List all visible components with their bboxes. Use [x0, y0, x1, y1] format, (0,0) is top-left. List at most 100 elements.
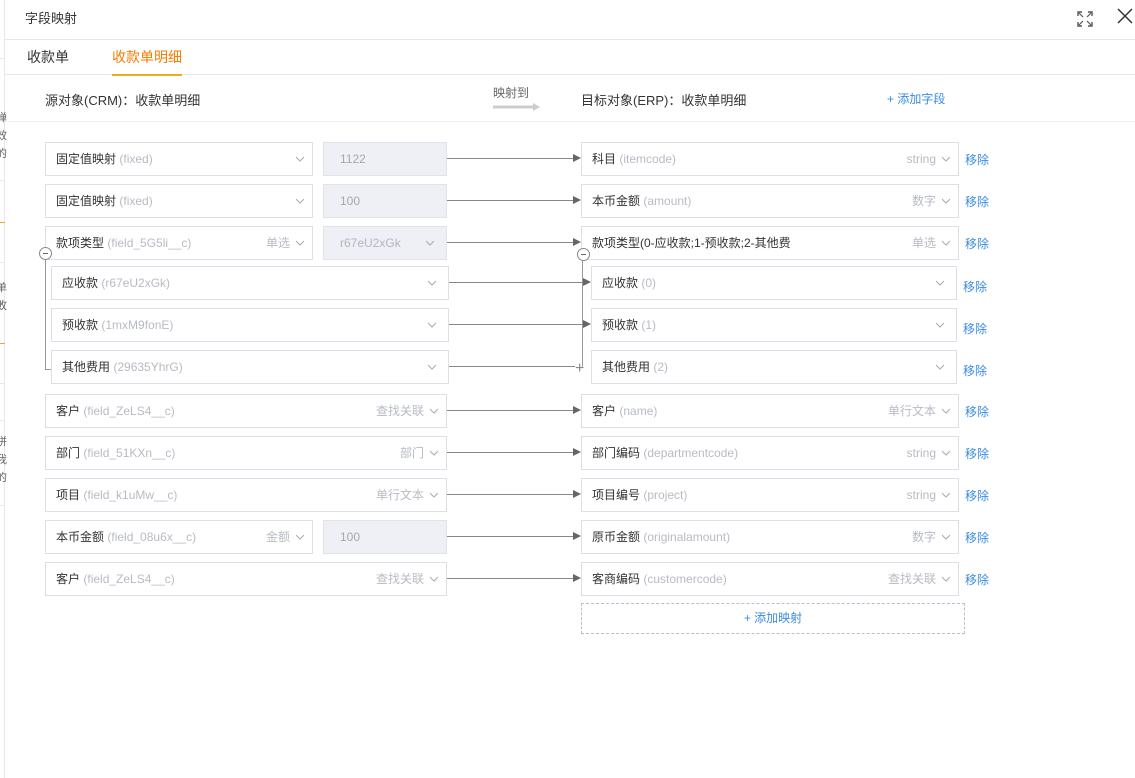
fixed-value-input[interactable]: 1122 — [323, 142, 447, 176]
strip-text: 的 — [0, 148, 7, 160]
source-field-type: 单行文本 — [375, 488, 424, 502]
target-field-type: 单选 — [911, 236, 936, 250]
target-field-select[interactable]: 款项类型(0-应收款;1-预收款;2-其他费 单选 — [581, 226, 959, 260]
map-arrow-icon — [493, 101, 541, 115]
chevron-down-icon — [942, 156, 950, 162]
strip-divider — [0, 383, 5, 384]
fullscreen-icon[interactable] — [1075, 9, 1095, 29]
target-field-api: (itemcode) — [619, 152, 677, 166]
chevron-down-icon — [942, 534, 950, 540]
tab-receipt[interactable]: 收款单 — [27, 47, 69, 74]
target-field-api: (project) — [643, 488, 688, 502]
target-field-select[interactable]: 本币金额 (amount) 数字 — [581, 184, 959, 218]
chevron-down-icon — [430, 450, 438, 456]
strip-divider — [0, 262, 5, 263]
chevron-down-icon — [942, 576, 950, 582]
source-field-select[interactable]: 本币金额 (field_08u6x__c) 金额 — [45, 520, 313, 554]
target-field-select[interactable]: 客户 (name) 单行文本 — [581, 394, 959, 428]
target-field-api: (name) — [619, 404, 658, 418]
source-field-select[interactable]: 固定值映射 (fixed) — [45, 184, 313, 218]
remove-button[interactable]: 移除 — [965, 235, 989, 252]
remove-button[interactable]: 移除 — [965, 487, 989, 504]
plus-icon: + — [575, 360, 585, 377]
mapping-connector — [447, 242, 574, 243]
mapping-header: 源对象(CRM)：收款单明细 映射到 目标对象(ERP)：收款单明细 + 添加字… — [5, 76, 1135, 122]
chevron-down-icon — [296, 198, 304, 204]
mapping-connector — [447, 410, 574, 411]
option-target-label: 预收款 — [602, 318, 639, 332]
target-field-select[interactable]: 部门编码 (departmentcode) string — [581, 436, 959, 470]
chevron-down-icon — [428, 364, 436, 370]
remove-button[interactable]: 移除 — [963, 278, 987, 295]
target-field-label: 原币金额 — [592, 530, 641, 544]
source-field-select[interactable]: 客户 (field_ZeLS4__c) 查找关联 — [45, 394, 447, 428]
tree-line — [45, 260, 46, 370]
option-source-select[interactable]: 预收款 (1mxM9fonE) — [51, 308, 449, 342]
remove-button[interactable]: 移除 — [963, 362, 987, 379]
collapse-icon[interactable] — [577, 248, 590, 261]
arrow-icon — [583, 320, 591, 328]
remove-button[interactable]: 移除 — [965, 571, 989, 588]
source-field-type: 金额 — [265, 530, 290, 544]
target-field-api: (departmentcode) — [643, 446, 739, 460]
mapping-connector — [447, 200, 574, 201]
target-field-select[interactable]: 客商编码 (customercode) 查找关联 — [581, 562, 959, 596]
target-field-label: 科目 — [592, 152, 617, 166]
source-field-type: 查找关联 — [375, 572, 424, 586]
chevron-down-icon — [296, 534, 304, 540]
chevron-down-icon — [942, 492, 950, 498]
mapping-connector — [447, 158, 574, 159]
option-target-select[interactable]: 预收款 (1) — [591, 308, 957, 342]
target-field-label: 客户 — [592, 404, 617, 418]
option-target-api: (2) — [653, 360, 669, 374]
option-value-select[interactable]: r67eU2xGk — [323, 226, 447, 260]
remove-button[interactable]: 移除 — [965, 151, 989, 168]
close-icon[interactable] — [1115, 6, 1135, 26]
target-field-type: 数字 — [911, 530, 936, 544]
target-field-select[interactable]: 科目 (itemcode) string — [581, 142, 959, 176]
remove-button[interactable]: 移除 — [963, 320, 987, 337]
source-field-api: (fixed) — [119, 194, 153, 208]
remove-button[interactable]: 移除 — [965, 403, 989, 420]
strip-text: 敗 — [0, 300, 7, 312]
strip-divider — [0, 505, 5, 506]
mapping-connector — [449, 324, 584, 325]
target-field-select[interactable]: 项目编号 (project) string — [581, 478, 959, 512]
option-target-label: 应收款 — [602, 276, 639, 290]
source-field-select[interactable]: 固定值映射 (fixed) — [45, 142, 313, 176]
target-field-api: (originalamount) — [643, 530, 731, 544]
add-mapping-button[interactable]: + 添加映射 — [581, 603, 965, 634]
tab-bar: 收款单 收款单明细 — [5, 40, 1135, 76]
chevron-down-icon — [942, 450, 950, 456]
source-field-label: 部门 — [56, 446, 81, 460]
chevron-down-icon — [430, 408, 438, 414]
source-field-select[interactable]: 款项类型 (field_5G5li__c) 单选 — [45, 226, 313, 260]
option-target-select[interactable]: 应收款 (0) — [591, 266, 957, 300]
source-field-select[interactable]: 项目 (field_k1uMw__c) 单行文本 — [45, 478, 447, 512]
target-field-label: 项目编号 — [592, 488, 641, 502]
strip-divider — [0, 343, 5, 344]
mapping-connector — [447, 536, 574, 537]
remove-button[interactable]: 移除 — [965, 445, 989, 462]
chevron-down-icon — [936, 364, 944, 370]
target-object-title: 目标对象(ERP)：收款单明细 — [581, 93, 747, 108]
source-field-select[interactable]: 客户 (field_ZeLS4__c) 查找关联 — [45, 562, 447, 596]
dialog-title: 字段映射 — [25, 11, 78, 26]
remove-button[interactable]: 移除 — [965, 193, 989, 210]
option-target-select[interactable]: 其他费用 (2) — [591, 350, 957, 384]
source-field-type: 单选 — [265, 236, 290, 250]
fixed-value-input[interactable]: 100 — [323, 520, 447, 554]
source-field-select[interactable]: 部门 (field_51KXn__c) 部门 — [45, 436, 447, 470]
option-source-select[interactable]: 其他费用 (29635YhrG) — [51, 350, 449, 384]
target-field-label: 款项类型(0-应收款;1-预收款;2-其他费 — [592, 236, 791, 250]
target-field-api: (customercode) — [643, 572, 727, 586]
target-field-select[interactable]: 原币金额 (originalamount) 数字 — [581, 520, 959, 554]
add-field-button[interactable]: + 添加字段 — [887, 90, 945, 107]
arrow-icon — [573, 238, 581, 246]
tab-receipt-detail[interactable]: 收款单明细 — [112, 47, 182, 76]
fixed-value-input[interactable]: 100 — [323, 184, 447, 218]
collapse-icon[interactable] — [39, 247, 52, 260]
option-source-select[interactable]: 应收款 (r67eU2xGk) — [51, 266, 449, 300]
source-field-type: 查找关联 — [375, 404, 424, 418]
remove-button[interactable]: 移除 — [965, 529, 989, 546]
